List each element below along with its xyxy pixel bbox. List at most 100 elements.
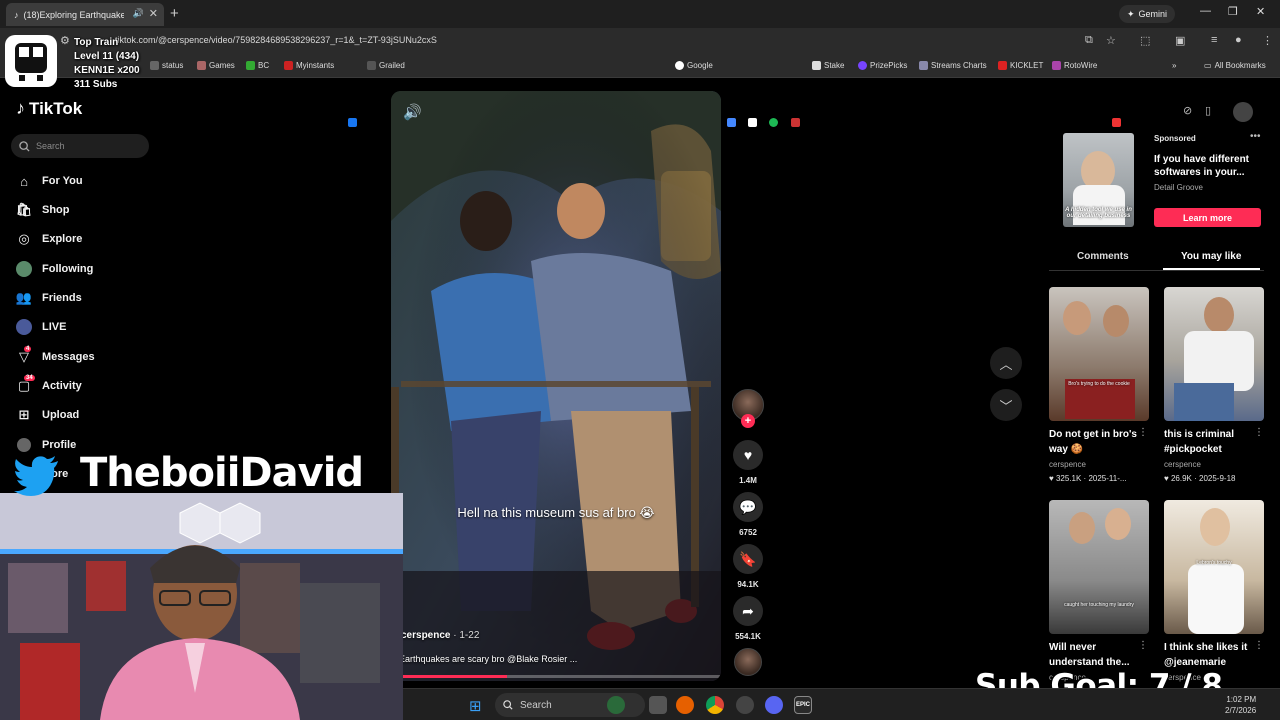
tab-comments[interactable]: Comments (1077, 251, 1129, 262)
user-avatar[interactable] (1233, 102, 1253, 122)
card-thumb-text: Bro's trying to do the cookie (1068, 381, 1130, 387)
bookmark-icon[interactable] (1112, 118, 1121, 127)
maximize-icon[interactable]: ❐ (1228, 5, 1238, 18)
firefox-icon[interactable] (676, 696, 694, 714)
taskbar-clock[interactable]: 1:02 PM 2/7/2026 (1225, 694, 1256, 716)
profile-avatar-icon[interactable]: ● (1235, 34, 1242, 46)
bookmark-item[interactable]: Grailed (367, 61, 405, 70)
obs-icon[interactable] (736, 696, 754, 714)
sidebar-item-shop[interactable]: 🛍 Shop (16, 199, 70, 221)
sidebar-item-for-you[interactable]: ⌂ For You (16, 170, 82, 192)
video-card-thumbnail[interactable] (1164, 287, 1264, 421)
video-card-title[interactable]: Will never understand the... (1049, 640, 1144, 670)
bookmark-item[interactable]: Myinstants (284, 61, 334, 70)
video-card-title[interactable]: I think she likes it @jeanemarie (1164, 640, 1259, 670)
browser-tab[interactable]: ♪ (18)Exploring Earthquakes 🔊 ✕ (6, 3, 164, 26)
task-view-icon[interactable] (649, 696, 667, 714)
bookmark-icon[interactable] (727, 118, 736, 127)
video-description[interactable]: Earthquakes are scary bro @Blake Rosier … (399, 654, 577, 664)
epic-games-icon[interactable]: EPIC (794, 696, 812, 714)
site-info-icon[interactable]: ⚙ (60, 34, 70, 47)
previous-video-button[interactable]: ︿ (990, 347, 1022, 379)
sidebar-item-activity[interactable]: ▢ 34 Activity (16, 375, 82, 397)
video-card-stats: ♥ 26.9K · 2025-9-18 (1164, 474, 1236, 483)
learn-more-button[interactable]: Learn more (1154, 208, 1261, 227)
bookmark-item[interactable]: Stake (812, 61, 844, 70)
tab-audio-icon[interactable]: 🔊 (133, 8, 144, 19)
gemini-button[interactable]: ✦ Gemini (1119, 5, 1176, 23)
video-frame (391, 91, 721, 681)
card-menu-icon[interactable]: ⋮ (1254, 427, 1264, 438)
video-card-title[interactable]: this is criminal #pickpocket (1164, 427, 1259, 457)
search-box[interactable] (11, 134, 149, 158)
sidebar-item-messages[interactable]: ▽ 4 Messages (16, 346, 95, 368)
amazon-icon[interactable] (748, 118, 757, 127)
comment-button[interactable]: 💬 (733, 492, 763, 522)
bookmark-item[interactable]: RotoWire (1052, 61, 1097, 70)
device-icon[interactable]: ▯ (1205, 104, 1211, 117)
card-menu-icon[interactable]: ⋮ (1138, 427, 1148, 438)
video-card-thumbnail[interactable]: Bro's trying to do the cookie (1049, 287, 1149, 421)
tiktok-logo[interactable]: ♪ TikTok (16, 98, 82, 119)
bookmark-item[interactable]: status (150, 61, 183, 70)
tab-close-icon[interactable]: ✕ (149, 7, 158, 20)
video-progress-bar[interactable] (391, 675, 721, 678)
ad-brand[interactable]: Detail Groove (1154, 183, 1203, 192)
side-panel-icon[interactable]: ▣ (1175, 34, 1185, 47)
browser-menu-icon[interactable]: ⋮ (1262, 34, 1273, 47)
sidebar-item-label: Friends (42, 292, 82, 304)
window-close-icon[interactable]: ✕ (1256, 5, 1265, 18)
new-tab-icon[interactable]: + (170, 5, 179, 22)
bookmark-icon[interactable] (791, 118, 800, 127)
minimize-icon[interactable]: — (1200, 5, 1211, 17)
discord-icon[interactable] (765, 696, 783, 714)
bookmark-star-icon[interactable]: ☆ (1106, 34, 1116, 47)
sidebar-item-upload[interactable]: ⊞ Upload (16, 404, 80, 426)
video-card-author[interactable]: cerspence (1049, 460, 1086, 469)
bookmarks-overflow-icon[interactable]: » (1172, 61, 1176, 70)
card-menu-icon[interactable]: ⋮ (1254, 640, 1264, 651)
sound-disc-avatar[interactable] (734, 648, 762, 676)
search-input[interactable] (36, 141, 136, 151)
video-author-line[interactable]: cerspence · 1-22 (401, 630, 479, 641)
like-button[interactable]: ♥ (733, 440, 763, 470)
chrome-icon[interactable] (706, 696, 724, 714)
sidebar-item-profile[interactable]: Profile (16, 434, 76, 456)
spotify-icon[interactable] (769, 118, 778, 127)
video-card-thumbnail[interactable]: Lebron's touchy (1164, 500, 1264, 634)
extensions-icon[interactable]: ⬚ (1140, 34, 1150, 47)
all-bookmarks-button[interactable]: ▭ All Bookmarks (1204, 61, 1266, 70)
ad-thumbnail[interactable]: A hidden tool we use in our detailing bu… (1063, 133, 1134, 227)
ad-title[interactable]: If you have different softwares in your.… (1154, 153, 1266, 179)
follow-plus-icon[interactable]: + (741, 414, 755, 428)
video-player[interactable]: 🔊 Hell na this museum sus af bro 😭 cersp… (391, 91, 721, 681)
bookmark-item[interactable]: KICKLET (998, 61, 1043, 70)
bookmark-item[interactable]: Google (675, 61, 713, 70)
facebook-icon[interactable] (348, 118, 357, 127)
video-author[interactable]: cerspence (401, 630, 450, 641)
url-field[interactable]: tiktok.com/@cerspence/video/759828468953… (115, 35, 437, 45)
next-video-button[interactable]: ﹀ (990, 389, 1022, 421)
video-card-author[interactable]: cerspence (1164, 460, 1201, 469)
sidebar-item-following[interactable]: Following (16, 258, 93, 280)
bookmark-item[interactable]: Games (197, 61, 235, 70)
volume-icon[interactable]: 🔊 (403, 103, 422, 121)
sidebar-item-live[interactable]: LIVE (16, 316, 66, 338)
bookmark-item[interactable]: Streams Charts (919, 61, 987, 70)
tab-you-may-like[interactable]: You may like (1181, 251, 1241, 262)
video-card-thumbnail[interactable]: caught her touching my laundry (1049, 500, 1149, 634)
card-menu-icon[interactable]: ⋮ (1138, 640, 1148, 651)
share-button[interactable]: ➦ (733, 596, 763, 626)
windows-start-icon[interactable]: ⊞ (469, 697, 482, 715)
save-button[interactable]: 🔖 (733, 544, 763, 574)
media-icon[interactable]: ≡ (1211, 34, 1217, 46)
ad-menu-icon[interactable]: ••• (1250, 131, 1261, 142)
sidebar-item-friends[interactable]: 👥 Friends (16, 287, 82, 309)
bookmark-item[interactable]: PrizePicks (858, 61, 907, 70)
widgets-icon[interactable] (607, 696, 625, 714)
coin-icon[interactable]: ⊘ (1183, 104, 1192, 117)
bookmark-item[interactable]: BC (246, 61, 269, 70)
sidebar-item-explore[interactable]: ◎ Explore (16, 228, 82, 250)
video-card-title[interactable]: Do not get in bro's way 🍪 (1049, 427, 1144, 457)
install-app-icon[interactable]: ⧉ (1085, 34, 1093, 47)
